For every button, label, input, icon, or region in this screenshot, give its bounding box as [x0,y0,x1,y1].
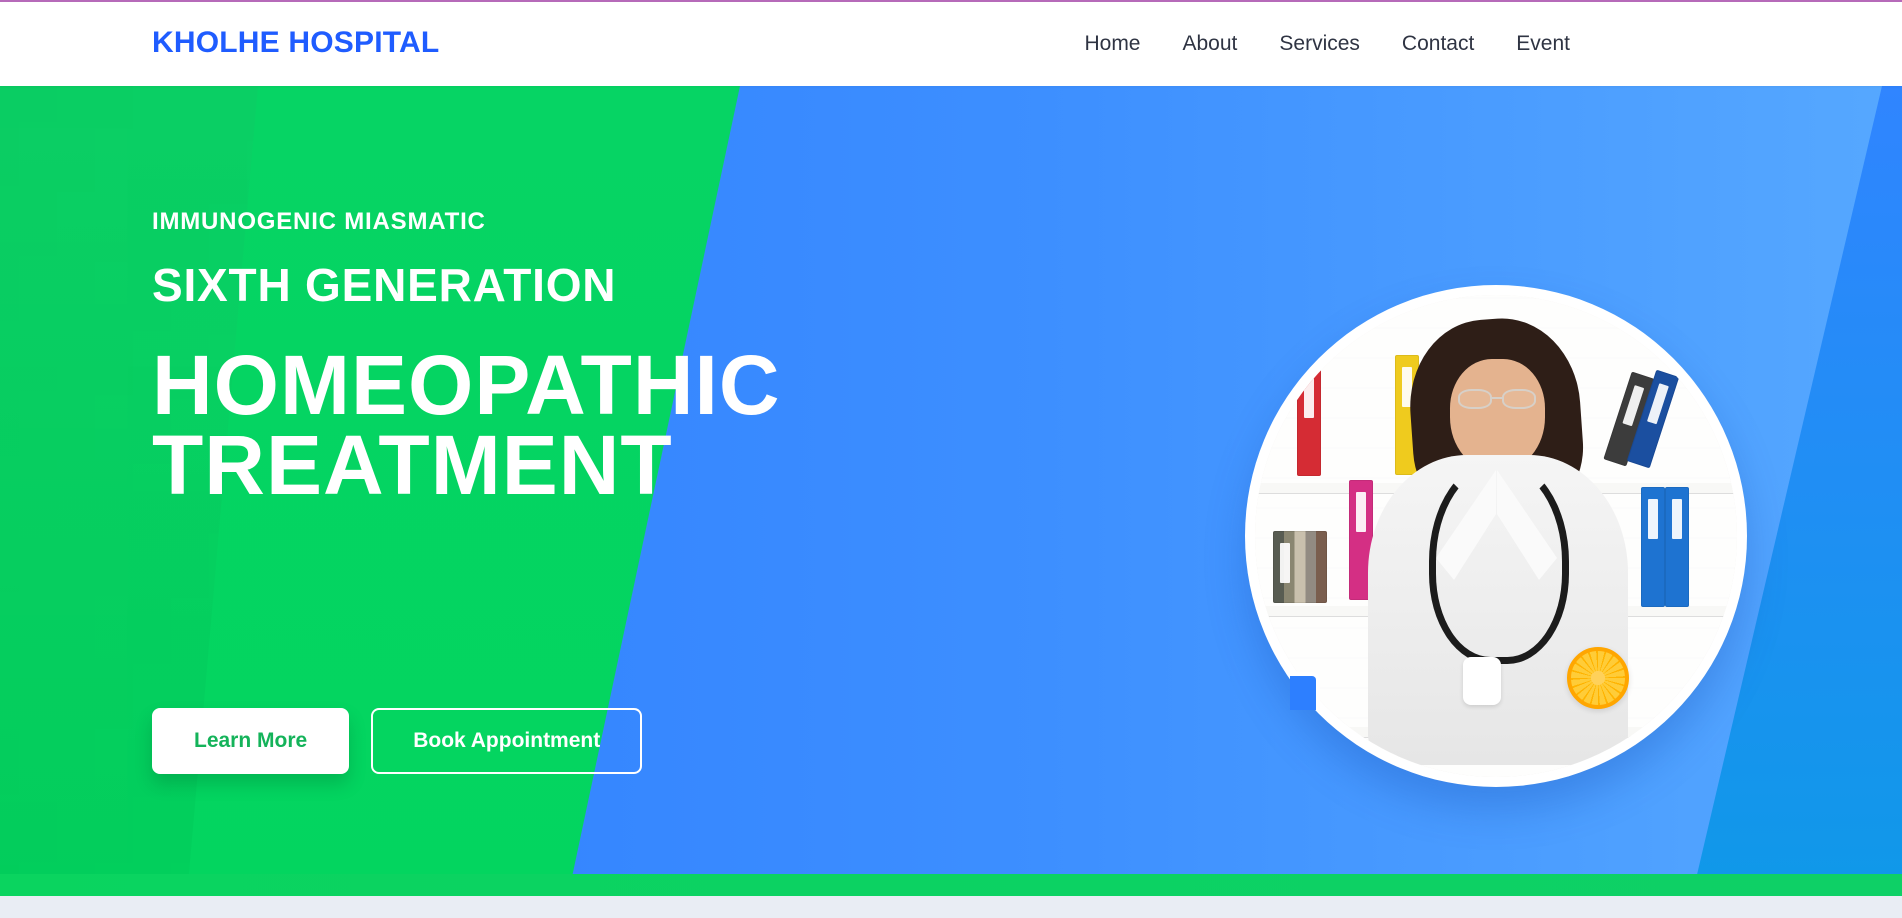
hero-copy: IMMUNOGENIC MIASMATIC SIXTH GENERATION H… [152,208,781,512]
doctor-portrait-frame [1245,285,1747,787]
hero-section: IMMUNOGENIC MIASMATIC SIXTH GENERATION H… [0,86,1902,896]
brand-logo[interactable]: KHOLHE HOSPITAL [152,26,439,60]
nav-about[interactable]: About [1183,33,1238,54]
hero-actions: Learn More Book Appointment [152,708,643,774]
right-lens [1502,389,1536,409]
top-nav: KHOLHE HOSPITAL Home About Services Cont… [0,0,1902,86]
nav-services[interactable]: Services [1279,33,1360,54]
learn-more-button[interactable]: Learn More [152,708,350,774]
main-nav: Home About Services Contact Event [1084,33,1570,54]
bottle-icon [1463,657,1501,705]
doctor-portrait [1255,295,1737,777]
hero-subhead: SIXTH GENERATION [152,259,617,311]
stethoscope-icon [1429,459,1569,664]
glasses-icon [1454,389,1544,413]
book-appointment-button[interactable]: Book Appointment [371,708,643,774]
page: KHOLHE HOSPITAL Home About Services Cont… [0,0,1902,918]
hero-headline: HOMEOPATHIC TREATMENT [152,338,781,512]
left-lens [1458,389,1492,409]
nav-event[interactable]: Event [1516,33,1570,54]
viewport: KHOLHE HOSPITAL Home About Services Cont… [0,0,1902,918]
book-stack-left [1273,531,1327,603]
hero-eyebrow: IMMUNOGENIC MIASMATIC [152,208,486,235]
hero-bottom-strip [0,874,1902,896]
nav-contact[interactable]: Contact [1402,33,1474,54]
nav-home[interactable]: Home [1084,33,1140,54]
portrait-corner-badge [1290,672,1320,710]
doctor-figure [1333,305,1659,777]
orange-icon [1567,647,1629,709]
red-binder [1297,366,1321,476]
blue-binder-2 [1665,487,1689,607]
